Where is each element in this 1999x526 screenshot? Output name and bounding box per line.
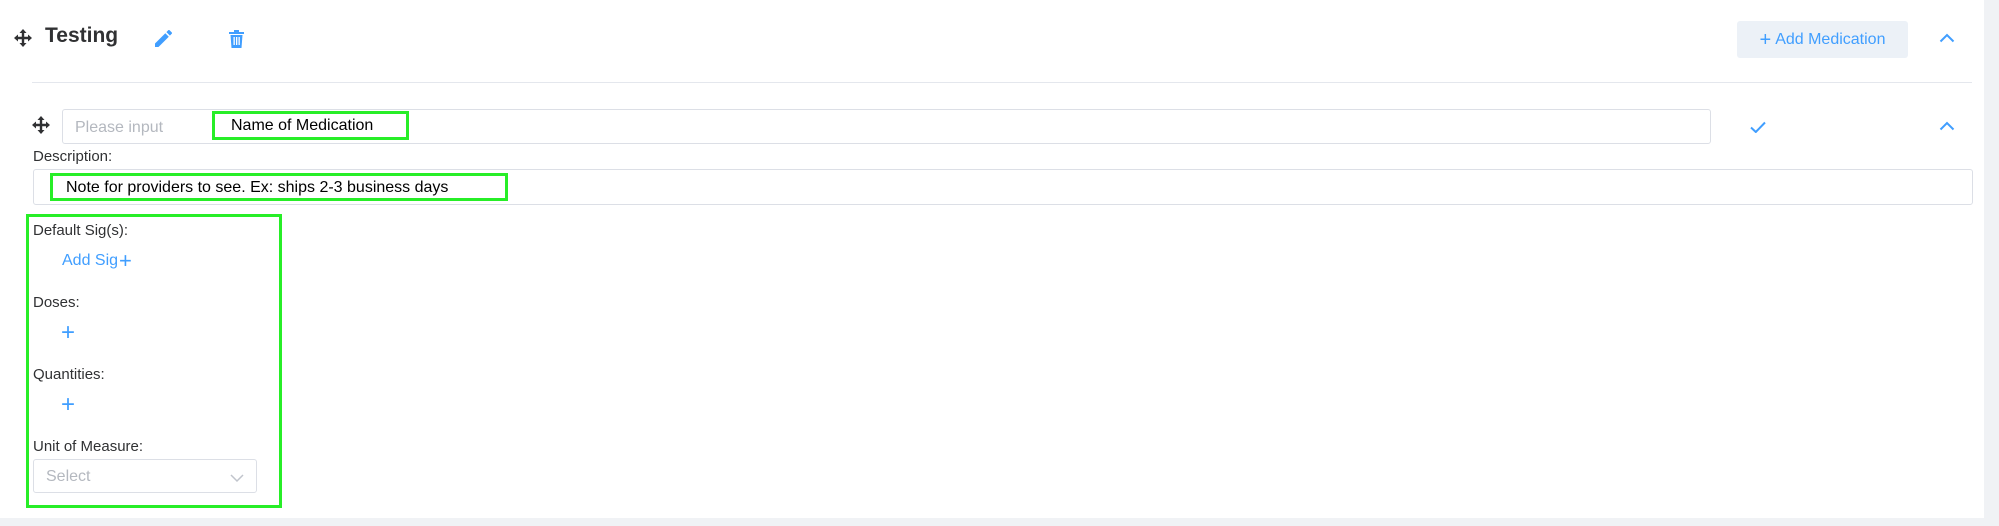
move-icon[interactable] [14,29,32,50]
quantities-label: Quantities: [33,366,105,383]
description-highlight: Note for providers to see. Ex: ships 2-3… [50,173,508,201]
add-quantity-button[interactable]: + [61,391,76,418]
default-sigs-label: Default Sig(s): [33,222,129,239]
doses-label: Doses: [33,294,80,311]
add-sig-button[interactable]: Add Sig + [62,248,132,273]
select-placeholder: Select [46,468,91,485]
add-medication-button[interactable]: + Add Medication [1737,21,1908,58]
unit-of-measure-select[interactable]: Select [33,459,257,493]
unit-of-measure-label: Unit of Measure: [33,438,144,455]
name-placeholder: Please input [75,119,164,136]
edit-icon[interactable] [154,29,172,47]
move-icon[interactable] [32,116,50,137]
add-sig-label: Add Sig [62,252,119,269]
check-icon[interactable] [1749,118,1767,136]
name-hint: Name of Medication [231,117,374,134]
description-hint: Note for providers to see. Ex: ships 2-3… [66,179,449,196]
add-dose-button[interactable]: + [61,319,76,346]
description-label: Description: [33,148,113,165]
chevron-up-icon[interactable] [1939,30,1955,46]
add-medication-label: Add Medication [1775,30,1886,48]
plus-icon: + [61,391,76,418]
chevron-up-icon[interactable] [1939,118,1955,134]
plus-icon: + [119,248,132,273]
group-title: Testing [45,24,119,47]
medication-group-panel: Testing + Add Medication Please input Na… [0,0,1984,518]
plus-icon: + [1759,28,1772,51]
plus-icon: + [61,319,76,346]
divider [32,82,1972,83]
group-header: Testing + Add Medication [0,0,1984,80]
chevron-down-icon [230,470,244,488]
name-highlight: Name of Medication [212,111,409,140]
trash-icon[interactable] [227,29,245,49]
